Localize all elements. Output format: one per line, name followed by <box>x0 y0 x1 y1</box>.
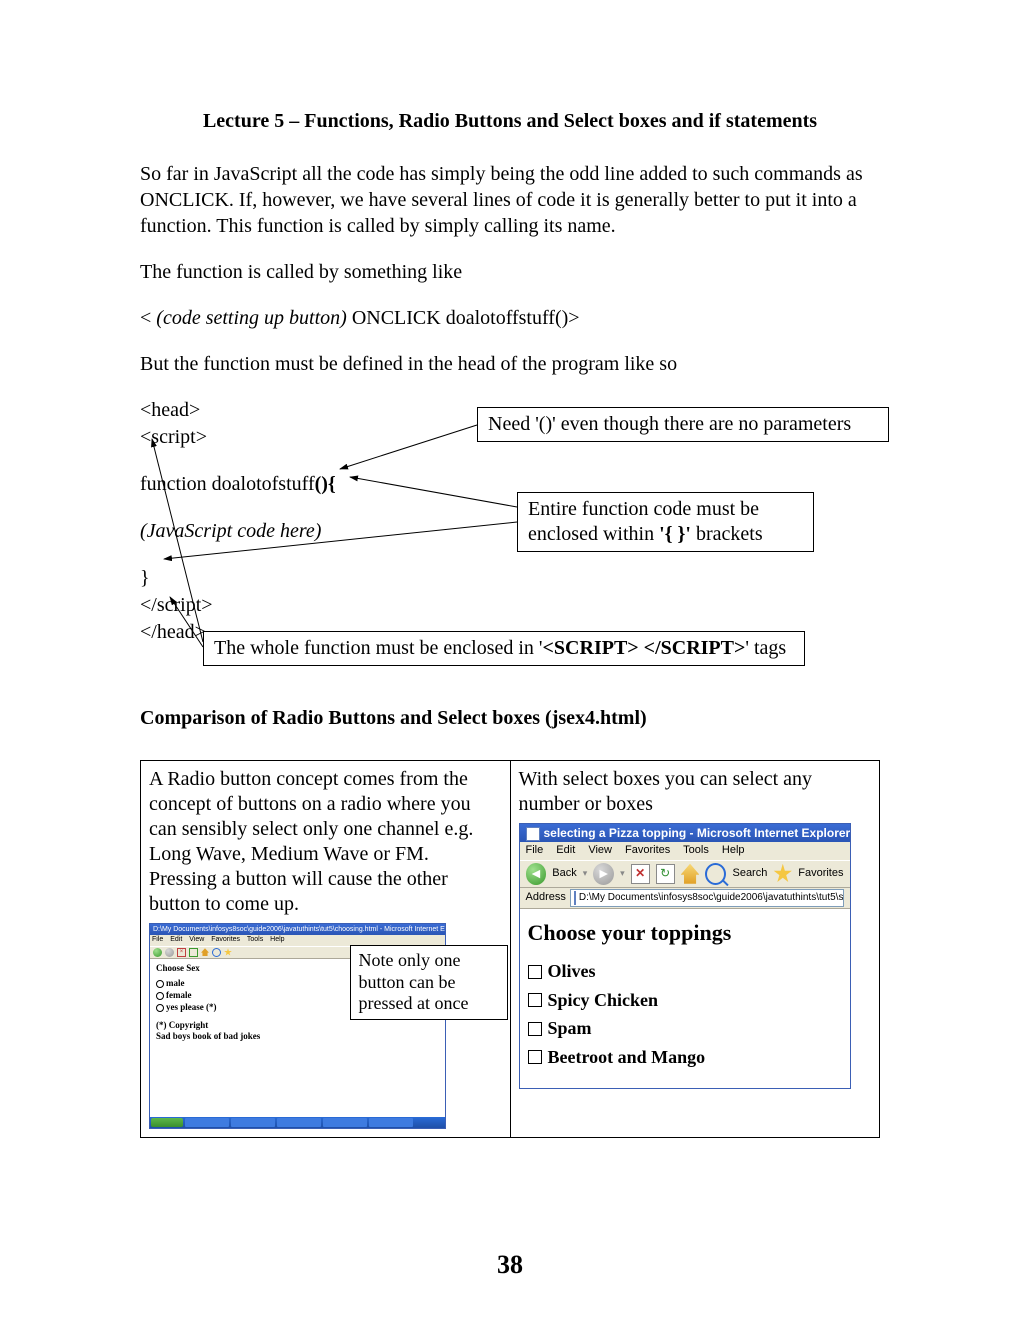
search-icon[interactable] <box>212 948 221 957</box>
checkbox-option-spicy-chicken[interactable]: Spicy Chicken <box>548 989 659 1012</box>
ie-window-select: selecting a Pizza topping - Microsoft In… <box>519 823 851 1089</box>
ie-titlebar: D:\My Documents\infosys8soc\guide2006\ja… <box>150 924 445 935</box>
page-icon <box>574 891 576 905</box>
page-icon <box>526 827 540 841</box>
copyright-line2: Sad boys book of bad jokes <box>156 1031 439 1043</box>
checkbox-option-olives[interactable]: Olives <box>548 960 596 983</box>
code-line: function doalotofstuff(){ <box>140 471 336 498</box>
menu-edit[interactable]: Edit <box>556 844 575 856</box>
start-button[interactable] <box>151 1118 183 1127</box>
taskbar-item[interactable] <box>185 1118 229 1127</box>
callout-braces: Entire function code must be enclosed wi… <box>517 492 814 552</box>
menu-favorites[interactable]: Favorites <box>625 844 670 856</box>
taskbar-item[interactable] <box>277 1118 321 1127</box>
refresh-icon[interactable] <box>189 948 198 957</box>
menu-help[interactable]: Help <box>722 844 745 856</box>
menu-tools[interactable]: Tools <box>683 844 709 856</box>
text: ONCLICK doalotoffstuff()> <box>347 307 580 329</box>
windows-taskbar[interactable] <box>150 1117 445 1128</box>
taskbar-item[interactable] <box>231 1118 275 1127</box>
back-icon[interactable] <box>153 948 162 957</box>
ie-toolbar: ◄ Back ▾ ► ▾ ✕ ↻ Search Favorites <box>520 860 850 888</box>
code-line: } <box>140 565 336 592</box>
ie-menubar[interactable]: File Edit View Favorites Tools Help <box>520 842 850 860</box>
stop-icon[interactable]: ✕ <box>631 864 650 884</box>
radio-option-female[interactable]: female <box>166 990 191 1000</box>
copyright-line: (*) Copyright <box>156 1020 439 1032</box>
italic-text: (code setting up button) <box>156 307 347 329</box>
comparison-table: A Radio button concept comes from the co… <box>140 760 880 1138</box>
forward-icon[interactable] <box>165 948 174 957</box>
intro-paragraph: So far in JavaScript all the code has si… <box>140 161 880 239</box>
menu-file[interactable]: File <box>152 936 163 943</box>
stop-icon[interactable]: × <box>177 948 186 957</box>
para-called-by: The function is called by something like <box>140 259 880 285</box>
forward-icon[interactable]: ► <box>593 863 614 885</box>
text: < <box>140 307 156 329</box>
favorites-label[interactable]: Favorites <box>798 867 843 881</box>
menu-tools[interactable]: Tools <box>247 936 263 943</box>
code-sample: <head> <script> function doalotofstuff()… <box>140 397 336 646</box>
note-one-button: Note only one button can be pressed at o… <box>350 945 508 1020</box>
menu-view[interactable]: View <box>189 936 204 943</box>
checkbox-icon[interactable] <box>528 965 542 979</box>
checkbox-option-spam[interactable]: Spam <box>548 1017 592 1040</box>
menu-file[interactable]: File <box>526 844 544 856</box>
page-number: 38 <box>0 1250 1020 1280</box>
ie-titlebar: selecting a Pizza topping - Microsoft In… <box>520 824 850 842</box>
favorites-icon[interactable] <box>773 864 792 884</box>
code-line: <script> <box>140 424 336 451</box>
radio-option-male[interactable]: male <box>166 978 185 988</box>
para-onclick-example: < (code setting up button) ONCLICK doalo… <box>140 305 880 331</box>
page-title: Lecture 5 – Functions, Radio Buttons and… <box>140 110 880 133</box>
search-icon[interactable] <box>705 863 726 885</box>
checkbox-icon[interactable] <box>528 1022 542 1036</box>
home-icon[interactable] <box>201 948 209 956</box>
address-input[interactable]: D:\My Documents\infosys8soc\guide2006\ja… <box>570 889 844 907</box>
taskbar-item[interactable] <box>369 1118 413 1127</box>
back-label[interactable]: Back <box>552 867 576 881</box>
code-line: </script> <box>140 592 336 619</box>
taskbar-item[interactable] <box>323 1118 367 1127</box>
radio-icon[interactable] <box>156 1004 164 1012</box>
radio-icon[interactable] <box>156 992 164 1000</box>
refresh-icon[interactable]: ↻ <box>656 864 675 884</box>
ie-address-bar[interactable]: Address D:\My Documents\infosys8soc\guid… <box>520 888 850 909</box>
back-icon[interactable]: ◄ <box>526 863 547 885</box>
menu-favorites[interactable]: Favorites <box>211 936 240 943</box>
radio-description: A Radio button concept comes from the co… <box>149 767 502 917</box>
menu-view[interactable]: View <box>588 844 612 856</box>
checkbox-icon[interactable] <box>528 1050 542 1064</box>
menu-help[interactable]: Help <box>270 936 284 943</box>
code-line: <head> <box>140 397 336 424</box>
code-line-italic: (JavaScript code here) <box>140 518 336 545</box>
callout-need-parens: Need '()' even though there are no param… <box>477 407 889 442</box>
checkbox-option-beetroot-mango[interactable]: Beetroot and Mango <box>548 1046 706 1069</box>
radio-option-yesplease[interactable]: yes please (*) <box>166 1002 217 1012</box>
search-label[interactable]: Search <box>732 867 767 881</box>
favorites-icon[interactable] <box>224 948 232 956</box>
menu-edit[interactable]: Edit <box>170 936 182 943</box>
home-icon[interactable] <box>681 864 700 884</box>
callout-script-tags: The whole function must be enclosed in '… <box>203 631 805 666</box>
toppings-heading: Choose your toppings <box>528 919 842 947</box>
checkbox-icon[interactable] <box>528 993 542 1007</box>
para-define-in-head: But the function must be defined in the … <box>140 351 880 377</box>
select-description: With select boxes you can select any num… <box>519 767 872 817</box>
section-comparison-heading: Comparison of Radio Buttons and Select b… <box>140 707 880 730</box>
radio-icon[interactable] <box>156 980 164 988</box>
ie-content-area: Choose your toppings Olives Spicy Chicke… <box>520 909 850 1089</box>
address-label: Address <box>526 891 566 905</box>
